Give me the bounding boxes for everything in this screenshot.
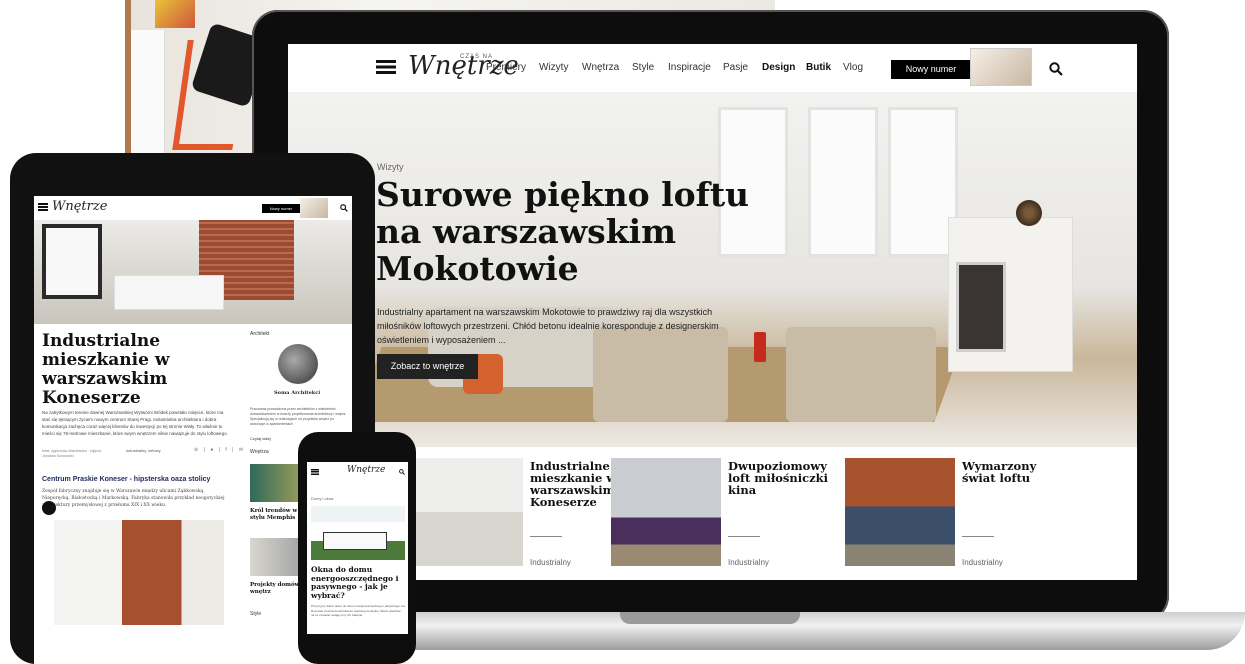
nav-item-premiery[interactable]: Premiery <box>486 62 526 73</box>
section-heading: Centrum Praskie Koneser - hipsterska oaz… <box>42 476 211 483</box>
nav-item-wizyty[interactable]: Wizyty <box>539 62 568 73</box>
hero-vase <box>754 332 766 362</box>
architect-description: Pracownia prowadzona przez architektów z… <box>250 407 347 426</box>
background-door-frame <box>125 0 131 160</box>
article-title: Industrialne mieszkanie w warszawskim Ko… <box>42 331 170 408</box>
tablet-navigation: Wnętrze Nowy numer <box>34 196 352 220</box>
hero-category[interactable]: Wizyty <box>377 162 404 172</box>
background-cabinet <box>125 30 165 160</box>
article-tags[interactable]: industrialny, loftowy <box>126 448 161 453</box>
sidebar-section-heading: Wnętrza <box>250 449 269 455</box>
hero-banner: Wizyty Surowe piękno loftu na warszawski… <box>288 92 1137 447</box>
hero-decor-ball <box>1016 200 1042 226</box>
new-issue-button[interactable]: Nowy numer <box>262 204 300 213</box>
new-issue-button[interactable]: Nowy numer <box>891 60 971 79</box>
magazine-cover-thumbnail[interactable] <box>300 198 328 218</box>
nav-item-style[interactable]: Style <box>632 62 654 73</box>
kitchen-counter <box>114 275 224 310</box>
nav-item-vlog[interactable]: Vlog <box>843 62 863 73</box>
section-text: Zespół fabryczny znajduje się w Warszawi… <box>42 489 225 508</box>
article-card-divider <box>962 536 994 537</box>
hero-window <box>808 107 878 257</box>
article-card-image[interactable] <box>845 458 955 566</box>
nav-item-pasje[interactable]: Pasje <box>723 62 748 73</box>
article-lead: Precyzyjny dobór okien do domu energoosz… <box>311 604 405 617</box>
main-navigation: Wnętrze CZAS NA Premiery Wizyty Wnętrza … <box>288 44 1137 92</box>
hero-armchair <box>786 327 936 422</box>
read-more-link[interactable]: Czytaj dalej <box>250 436 271 441</box>
nav-item-design[interactable]: Design <box>762 62 795 73</box>
article-card[interactable]: Wymarzony świat loftu Industrialny <box>845 458 1065 573</box>
sidebar-architect-heading: Architekt <box>250 331 270 337</box>
background-chair-frame <box>172 40 248 150</box>
phone-screen: Wnętrze Domy i okna Okna do domu energoo… <box>307 462 408 634</box>
nav-item-butik[interactable]: Butik <box>806 62 831 73</box>
search-icon[interactable] <box>340 204 348 212</box>
article-lead: Na zabytkowym terenie dawnej Warszawskie… <box>42 410 228 436</box>
article-card-divider <box>728 536 760 537</box>
magazine-cover-thumbnail[interactable] <box>970 48 1032 86</box>
site-logo-prefix: CZAS NA <box>460 54 494 60</box>
hero-title[interactable]: Surowe piękno loftu na warszawskim Mokot… <box>376 176 796 287</box>
site-logo[interactable]: Wnętrze <box>347 465 385 475</box>
architect-name[interactable]: Soma Architekci <box>274 390 320 396</box>
sidebar-item-title[interactable]: Projekty domów i wnętrz <box>250 582 305 596</box>
article-image[interactable] <box>54 520 224 625</box>
article-card-tag[interactable]: Industrialny <box>530 558 571 567</box>
notification-bell-icon[interactable] <box>42 501 56 515</box>
search-icon[interactable] <box>1049 62 1063 76</box>
article-card-divider <box>530 536 562 537</box>
article-card-image[interactable] <box>611 458 721 566</box>
hero-description: Industrialny apartament na warszawskim M… <box>377 307 719 345</box>
article-card-image[interactable] <box>413 458 523 566</box>
sidebar-style-heading: Style <box>250 611 262 617</box>
background-artwork <box>155 0 195 28</box>
architect-avatar[interactable] <box>278 344 318 384</box>
article-card-tag[interactable]: Industrialny <box>728 558 769 567</box>
nav-item-wnetrza[interactable]: Wnętrza <box>582 62 619 73</box>
article-title[interactable]: Okna do domu energooszczędnego i pasywne… <box>311 565 405 600</box>
share-icons[interactable]: ⊘ | ● | f | ✉ <box>194 447 245 453</box>
article-byline: tekst: Agnieszka Wiśniewska · zdjęcia: J… <box>42 449 102 458</box>
hero-firebox <box>956 262 1006 352</box>
see-interior-button[interactable]: Zobacz to wnętrze <box>377 354 478 379</box>
window <box>42 224 102 299</box>
article-card[interactable]: Dwupoziomowy loft miłośniczki kina Indus… <box>611 458 831 573</box>
menu-icon[interactable] <box>376 60 396 74</box>
menu-icon[interactable] <box>311 469 319 475</box>
tablet-hero-image <box>34 220 352 324</box>
menu-icon[interactable] <box>38 203 48 211</box>
laptop-notch <box>620 612 800 624</box>
nav-item-inspiracje[interactable]: Inspiracje <box>668 62 711 73</box>
article-card-tag[interactable]: Industrialny <box>962 558 1003 567</box>
search-icon[interactable] <box>399 469 405 475</box>
article-card-title[interactable]: Wymarzony świat loftu <box>962 460 1062 484</box>
house-illustration <box>323 532 387 550</box>
article-card-title[interactable]: Dwupoziomowy loft miłośniczki kina <box>728 460 828 496</box>
article-category[interactable]: Domy i okna <box>311 496 333 501</box>
site-logo[interactable]: Wnętrze <box>52 199 107 214</box>
sidebar-item-title[interactable]: Król trendów w stylu Memphis <box>250 508 305 522</box>
article-card[interactable]: Industrialne mieszkanie w warszawskim Ko… <box>413 458 633 573</box>
